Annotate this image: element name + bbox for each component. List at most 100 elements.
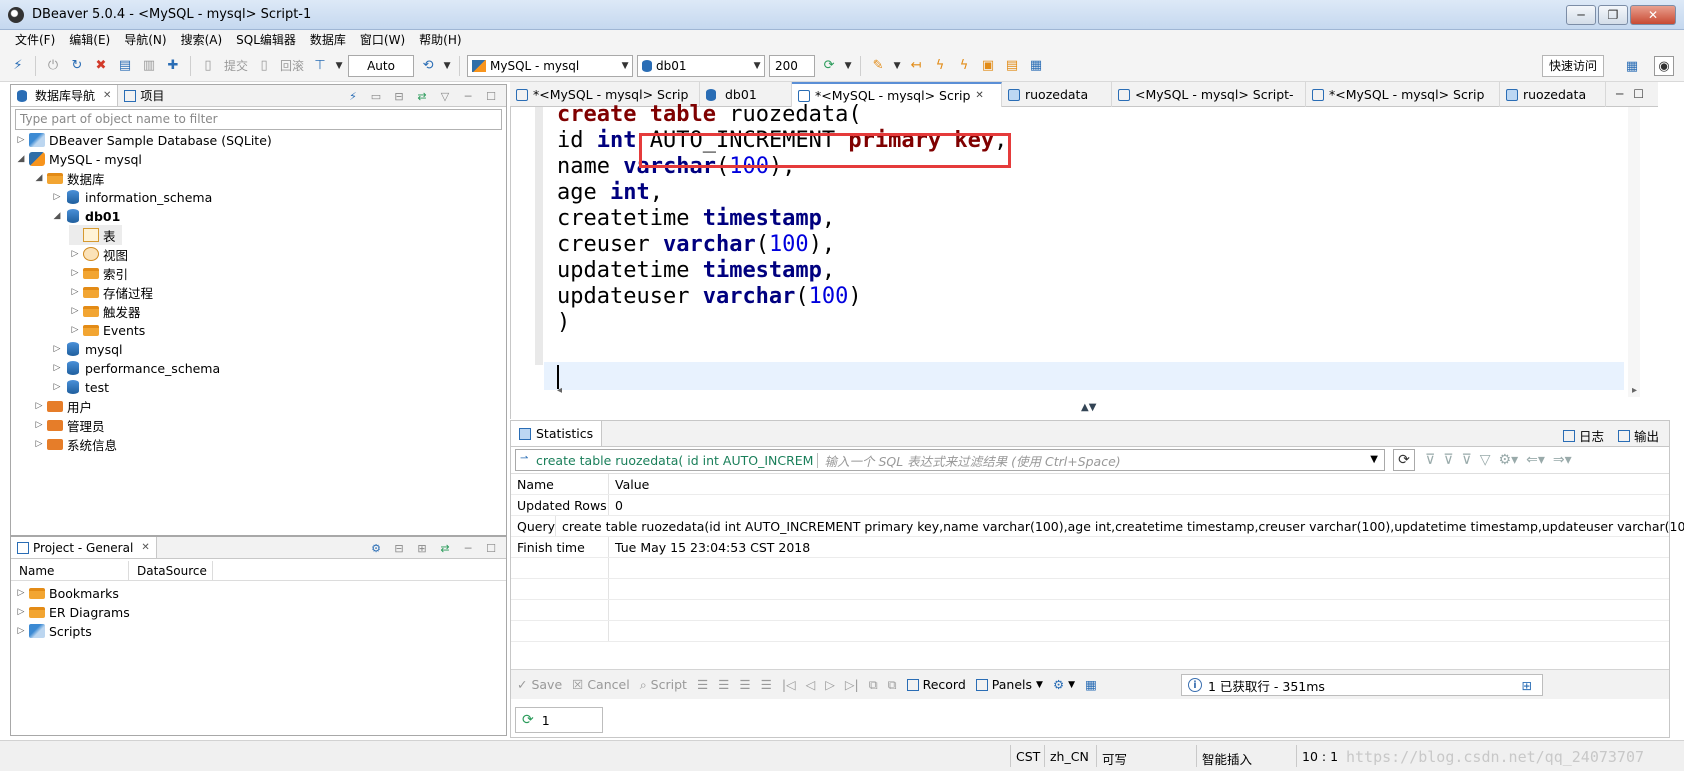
- tree-item-procedures[interactable]: ▷ 存储过程: [69, 282, 153, 302]
- expand-icon[interactable]: ▷: [15, 588, 27, 598]
- tab-script-3[interactable]: *<MySQL - mysql> Scrip: [1306, 82, 1500, 107]
- grid-layout-icon[interactable]: ▦: [1085, 677, 1097, 692]
- tree-item-administrators[interactable]: ▷ 管理员: [33, 415, 105, 435]
- add-row-icon[interactable]: ☰: [718, 677, 729, 692]
- tools-icon[interactable]: ✎: [868, 56, 888, 76]
- menu-database[interactable]: 数据库: [303, 30, 353, 50]
- sql-editor[interactable]: create table ruozedata( id int AUTO_INCR…: [510, 102, 1658, 419]
- transaction-mode-field[interactable]: Auto: [348, 54, 415, 77]
- expand-icon[interactable]: ▷: [15, 607, 27, 617]
- menu-navigate[interactable]: 导航(N): [117, 30, 173, 50]
- connection-selector[interactable]: MySQL - mysql ▼: [467, 54, 634, 77]
- output-button[interactable]: 输出: [1617, 426, 1659, 445]
- dbeaver-perspective-icon[interactable]: ◉: [1654, 56, 1674, 76]
- tree-item-scripts[interactable]: ▷ Scripts: [15, 621, 92, 641]
- tree-item-bookmarks[interactable]: ▷ Bookmarks: [15, 583, 119, 603]
- view-menu-icon[interactable]: ▽: [436, 87, 454, 105]
- refresh-dropdown-icon[interactable]: ▼: [843, 56, 853, 76]
- collapse-all-icon[interactable]: ⊟: [390, 87, 408, 105]
- menu-search[interactable]: 搜索(A): [174, 30, 230, 50]
- script-button[interactable]: ⌕ Script: [640, 677, 687, 693]
- expand-icon[interactable]: ▷: [15, 626, 27, 636]
- copy-row-icon[interactable]: ☰: [739, 677, 750, 692]
- minimize-button[interactable]: ─: [1566, 5, 1596, 25]
- format-icon[interactable]: ↤: [906, 56, 926, 76]
- expand-icon[interactable]: ▷: [69, 287, 81, 297]
- minimize-icon[interactable]: ─: [459, 87, 477, 105]
- tree-item-users[interactable]: ▷ 用户: [33, 396, 92, 416]
- expand-icon[interactable]: ▷: [15, 135, 27, 145]
- commit-icon[interactable]: ▯: [198, 56, 218, 76]
- settings-icon[interactable]: ⚙▾: [1499, 452, 1519, 468]
- splitter-arrows-icon[interactable]: ▲▼: [1081, 402, 1096, 413]
- menu-window[interactable]: 窗口(W): [353, 30, 412, 50]
- menu-edit[interactable]: 编辑(E): [62, 30, 117, 50]
- tree-item-events[interactable]: ▷ Events: [69, 320, 146, 340]
- back-icon[interactable]: ⇐▾: [1526, 452, 1545, 468]
- scroll-left-icon[interactable]: ◂: [557, 385, 562, 396]
- forward-icon[interactable]: ⇒▾: [1553, 452, 1572, 468]
- expand-icon[interactable]: ▷: [33, 401, 45, 411]
- results-settings-button[interactable]: ⚙ ▼: [1053, 677, 1075, 692]
- maximize-button[interactable]: ❐: [1598, 5, 1628, 25]
- menu-file[interactable]: 文件(F): [8, 30, 62, 50]
- save-button[interactable]: ✓ Save: [517, 677, 562, 692]
- explain-plan-icon[interactable]: ▤: [1002, 56, 1022, 76]
- rollback-button[interactable]: 回滚: [278, 57, 306, 74]
- settings-icon[interactable]: ⚙: [367, 539, 385, 557]
- cancel-button[interactable]: ☒ Cancel: [572, 677, 630, 692]
- maximize-icon[interactable]: ☐: [482, 87, 500, 105]
- tools-dropdown-icon[interactable]: ▼: [892, 56, 902, 76]
- tree-item-information-schema[interactable]: ▷ information_schema: [51, 187, 213, 207]
- editor-horizontal-scrollbar[interactable]: ◂ ▸: [557, 385, 1637, 399]
- previous-icon[interactable]: ◁: [806, 677, 816, 692]
- expand-icon[interactable]: ▷: [69, 306, 81, 316]
- fetch-all-icon[interactable]: ⧉: [888, 677, 897, 693]
- database-selector[interactable]: db01 ▼: [637, 54, 766, 77]
- table-row[interactable]: Updated Rows 0: [511, 495, 1669, 516]
- expand-icon[interactable]: ▷: [51, 344, 63, 354]
- commit-button[interactable]: 提交: [222, 57, 250, 74]
- history-icon[interactable]: ⟲: [418, 56, 438, 76]
- transaction-icon[interactable]: ⊤: [310, 56, 330, 76]
- filter-history-icon[interactable]: ▽: [1480, 452, 1491, 468]
- tab-projects[interactable]: 项目: [118, 85, 170, 106]
- filter-save-icon[interactable]: ⊽: [1462, 452, 1472, 468]
- fetch-next-icon[interactable]: ⧉: [869, 677, 878, 693]
- editor-minmax-icons[interactable]: ─☐: [1616, 87, 1654, 101]
- first-page-icon[interactable]: |◁: [782, 677, 796, 692]
- record-button[interactable]: Record: [906, 677, 966, 692]
- last-page-icon[interactable]: ▷|: [845, 677, 859, 692]
- history-dropdown-icon[interactable]: ▼: [442, 56, 452, 76]
- expand-icon[interactable]: ▷: [33, 420, 45, 430]
- tab-project-general[interactable]: Project - General ✕: [11, 537, 157, 558]
- edit-row-icon[interactable]: ☰: [697, 677, 708, 692]
- new-connection-icon[interactable]: ⚡: [344, 87, 362, 105]
- disconnect-icon[interactable]: ✖: [91, 56, 111, 76]
- pin-icon[interactable]: ⊞: [1522, 678, 1532, 693]
- table-row[interactable]: Query create table ruozedata(id int AUTO…: [511, 516, 1684, 537]
- close-icon[interactable]: ✕: [103, 90, 111, 101]
- new-folder-icon[interactable]: ▭: [367, 87, 385, 105]
- column-header-value[interactable]: Value: [609, 477, 649, 492]
- expand-icon[interactable]: ▷: [69, 249, 81, 259]
- log-button[interactable]: 日志: [1562, 426, 1604, 445]
- table-row[interactable]: Finish time Tue May 15 23:04:53 CST 2018: [511, 537, 1669, 558]
- reconnect-icon[interactable]: ↻: [67, 56, 87, 76]
- menu-help[interactable]: 帮助(H): [412, 30, 468, 50]
- minimize-icon[interactable]: ─: [459, 539, 477, 557]
- export-icon[interactable]: ▦: [1026, 56, 1046, 76]
- result-set-tab[interactable]: ⟳ 1: [515, 707, 603, 733]
- close-icon[interactable]: ✕: [975, 90, 983, 101]
- column-header-datasource[interactable]: DataSource: [129, 561, 213, 580]
- filter-icon[interactable]: ⊽: [1425, 452, 1435, 468]
- column-header-name[interactable]: Name: [11, 561, 129, 580]
- new-connection-icon[interactable]: ⚡: [8, 56, 28, 76]
- editor-vertical-scrollbar[interactable]: [1628, 107, 1640, 397]
- expand-icon[interactable]: ▷: [51, 363, 63, 373]
- result-limit-field[interactable]: 200: [769, 54, 816, 77]
- expand-icon[interactable]: ▷: [69, 268, 81, 278]
- recent-sql-icon[interactable]: ▥: [139, 56, 159, 76]
- tree-item-test[interactable]: ▷ test: [51, 377, 109, 397]
- tree-item-indexes[interactable]: ▷ 索引: [69, 263, 128, 283]
